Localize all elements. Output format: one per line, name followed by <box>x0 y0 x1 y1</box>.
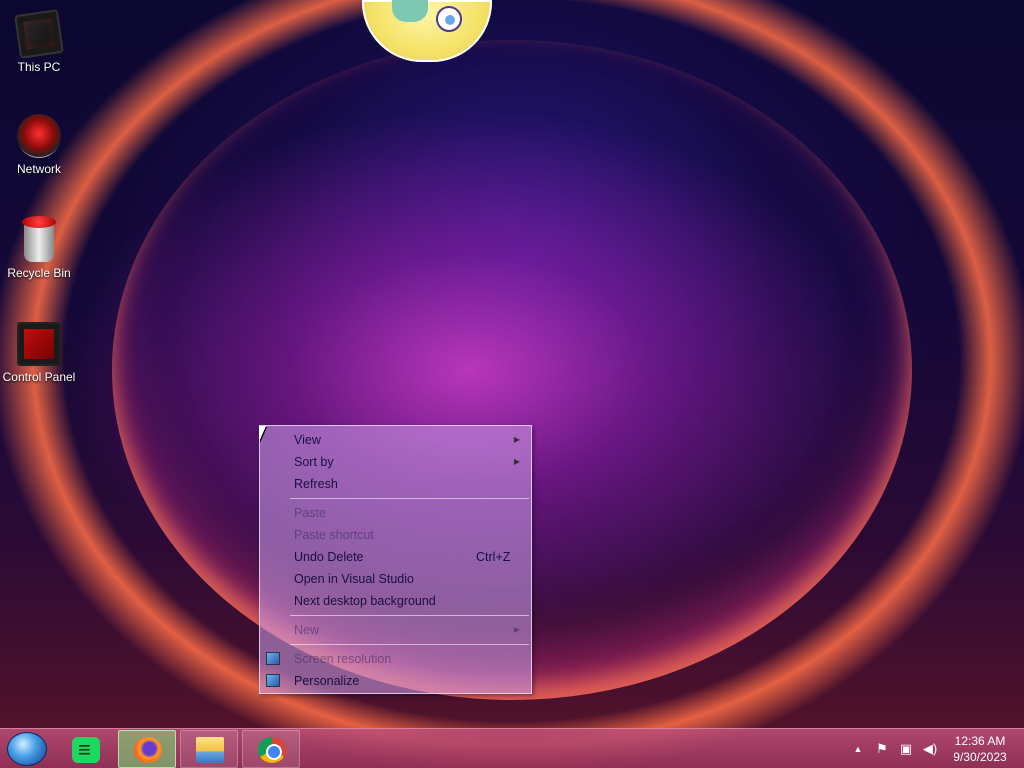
menu-item-sort-by[interactable]: Sort by ▶ <box>260 451 531 473</box>
personalize-icon <box>266 674 280 687</box>
sticker-hat <box>392 0 428 22</box>
start-orb-icon[interactable] <box>7 732 47 766</box>
sticker-eye <box>436 6 462 32</box>
display-settings-icon <box>266 652 280 665</box>
network-icon <box>17 114 61 158</box>
menu-item-label: Undo Delete <box>294 550 364 564</box>
computer-icon <box>14 9 64 59</box>
mouse-pointer-icon <box>259 426 273 442</box>
clock-time: 12:36 AM <box>954 734 1006 748</box>
menu-item-new: New ▶ <box>260 619 531 641</box>
menu-item-label: Sort by <box>294 455 334 469</box>
firefox-icon <box>134 737 162 763</box>
desktop-icon-network[interactable]: Network <box>0 114 78 176</box>
menu-item-undo-delete[interactable]: Undo Delete Ctrl+Z <box>260 546 531 568</box>
clock-date: 9/30/2023 <box>953 750 1007 764</box>
network-status-icon[interactable]: ▣ <box>898 741 914 757</box>
desktop-icon-this-pc[interactable]: This PC <box>0 9 78 74</box>
taskbar-clock[interactable]: 12:36 AM 9/30/2023 <box>942 733 1018 765</box>
menu-item-label: Refresh <box>294 477 338 491</box>
chrome-icon <box>258 737 286 763</box>
desktop-context-menu: View ▶ Sort by ▶ Refresh Paste Paste sho… <box>259 425 532 694</box>
menu-item-label: Paste shortcut <box>294 528 374 542</box>
menu-item-paste-shortcut: Paste shortcut <box>260 524 531 546</box>
menu-item-label: Next desktop background <box>294 594 436 608</box>
menu-item-label: New <box>294 623 320 637</box>
action-center-flag-icon[interactable]: ⚑ <box>874 741 890 757</box>
menu-separator <box>290 498 529 499</box>
menu-item-label: View <box>294 433 321 447</box>
desktop-icon-label: This PC <box>17 60 61 74</box>
submenu-arrow-icon: ▶ <box>513 625 520 634</box>
taskbar-button-file-explorer[interactable] <box>180 730 238 768</box>
menu-item-label: Open in Visual Studio <box>294 572 414 586</box>
system-tray: ▲ ⚑ ▣ ◀) <box>846 729 946 768</box>
volume-icon[interactable]: ◀) <box>922 741 938 757</box>
desktop-icon-control-panel[interactable]: Control Panel <box>0 322 78 384</box>
menu-separator <box>290 615 529 616</box>
taskbar: ▲ ⚑ ▣ ◀) 12:36 AM 9/30/2023 <box>0 728 1024 768</box>
menu-item-view[interactable]: View ▶ <box>260 429 531 451</box>
desktop-icon-label: Recycle Bin <box>7 266 71 280</box>
menu-item-open-in-visual-studio[interactable]: Open in Visual Studio <box>260 568 531 590</box>
wallpaper-sticker-image <box>362 0 492 62</box>
menu-item-shortcut: Ctrl+Z <box>476 550 511 564</box>
spotify-icon <box>72 737 100 763</box>
menu-item-next-desktop-background[interactable]: Next desktop background <box>260 590 531 612</box>
taskbar-button-firefox[interactable] <box>118 730 176 768</box>
submenu-arrow-icon: ▶ <box>513 435 520 444</box>
show-hidden-icons-icon[interactable]: ▲ <box>850 741 866 757</box>
menu-item-paste: Paste <box>260 502 531 524</box>
taskbar-button-chrome[interactable] <box>242 730 300 768</box>
folder-icon <box>196 737 224 763</box>
control-panel-icon <box>17 322 61 366</box>
menu-item-label: Personalize <box>294 674 360 688</box>
menu-item-personalize[interactable]: Personalize <box>260 670 531 692</box>
desktop-icon-label: Control Panel <box>2 370 76 384</box>
menu-item-screen-resolution: Screen resolution <box>260 648 531 670</box>
recycle-bin-icon <box>22 216 56 262</box>
desktop-icon-recycle-bin[interactable]: Recycle Bin <box>0 216 78 280</box>
submenu-arrow-icon: ▶ <box>513 457 520 466</box>
taskbar-button-spotify[interactable] <box>56 730 114 768</box>
menu-item-label: Paste <box>294 506 326 520</box>
menu-item-refresh[interactable]: Refresh <box>260 473 531 495</box>
desktop-icon-label: Network <box>16 162 61 176</box>
menu-item-label: Screen resolution <box>294 652 392 666</box>
menu-separator <box>290 644 529 645</box>
